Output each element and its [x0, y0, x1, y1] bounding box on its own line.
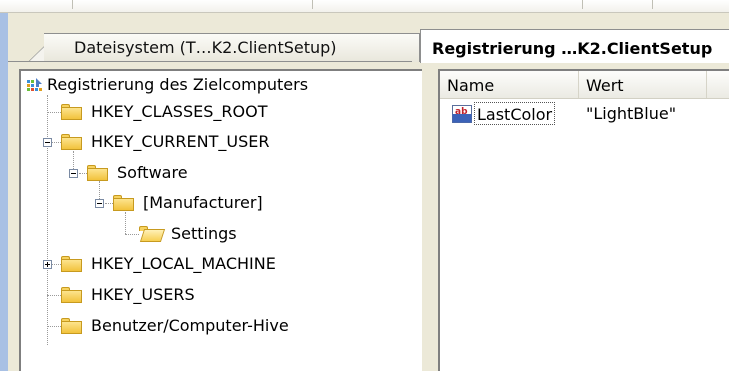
tree-node-hkey-users[interactable]: HKEY_USERS	[61, 281, 401, 309]
folder-open-icon	[139, 226, 166, 242]
value-name: LastColor	[477, 105, 553, 124]
svg-text:ab: ab	[455, 107, 468, 117]
tab-filesystem-label: Dateisystem (T…K2.ClientSetup)	[74, 38, 337, 57]
string-value-icon: ab	[452, 105, 472, 123]
tree-node-label: HKEY_USERS	[91, 285, 195, 304]
tree-line	[125, 234, 139, 235]
tree-line	[47, 95, 48, 345]
tree-root[interactable]: Registrierung des Zielcomputers	[21, 71, 411, 99]
tree-node-hkey-classes-root[interactable]: HKEY_CLASSES_ROOT	[61, 98, 401, 126]
tree-node-label: HKEY_CLASSES_ROOT	[91, 102, 268, 121]
tree-node-label: HKEY_CURRENT_USER	[91, 132, 270, 151]
registry-computer-icon	[27, 78, 42, 91]
tab-container: Dateisystem (T…K2.ClientSetup) Registrie…	[8, 13, 729, 371]
registry-values-panel[interactable]: Name Wert ab LastColor "LightBlue"	[438, 69, 729, 371]
column-header-name[interactable]: Name	[440, 71, 579, 98]
tree-line	[52, 142, 61, 143]
toolbar-separator	[652, 0, 653, 9]
value-data-cell: "LightBlue"	[586, 100, 676, 127]
list-header: Name Wert	[440, 71, 729, 99]
folder-icon	[113, 195, 135, 211]
registry-tree-panel[interactable]: Registrierung des Zielcomputers HKEY_CLA…	[19, 69, 422, 371]
tree-node-hkey-local-machine[interactable]: HKEY_LOCAL_MACHINE	[61, 250, 401, 278]
tree-node-label: Settings	[171, 224, 237, 243]
folder-icon	[61, 134, 83, 150]
tab-filesystem[interactable]: Dateisystem (T…K2.ClientSetup)	[44, 33, 420, 62]
tree-node-label: Software	[117, 163, 188, 182]
top-toolbar-strip	[0, 0, 729, 13]
registry-tree[interactable]: Registrierung des Zielcomputers HKEY_CLA…	[21, 71, 422, 371]
toolbar-separator	[72, 0, 73, 9]
tree-node-label: [Manufacturer]	[143, 193, 263, 212]
collapse-toggle[interactable]	[69, 169, 78, 178]
column-header-value[interactable]: Wert	[579, 71, 707, 98]
tree-node-software[interactable]: Software	[87, 159, 387, 187]
folder-icon	[61, 287, 83, 303]
tree-node-settings[interactable]: Settings	[139, 220, 389, 248]
list-item[interactable]: ab LastColor "LightBlue"	[440, 100, 729, 127]
collapse-toggle[interactable]	[43, 138, 52, 147]
toolbar-separator	[312, 0, 313, 9]
tree-line	[47, 295, 61, 296]
folder-icon	[61, 256, 83, 272]
tree-line	[47, 326, 61, 327]
tab-baseline	[8, 61, 412, 62]
folder-icon	[61, 318, 83, 334]
tree-line	[52, 264, 61, 265]
value-name-cell[interactable]: LastColor	[474, 102, 556, 125]
tab-registry-label: Registrierung …K2.ClientSetup	[432, 39, 713, 58]
folder-icon	[61, 104, 83, 120]
tree-line	[79, 173, 87, 174]
tree-node-label: HKEY_LOCAL_MACHINE	[91, 254, 276, 273]
column-header-label: Name	[447, 76, 495, 95]
tree-line	[105, 203, 113, 204]
tree-line	[47, 112, 61, 113]
collapse-toggle[interactable]	[95, 199, 104, 208]
tree-node-hkey-current-user[interactable]: HKEY_CURRENT_USER	[61, 128, 401, 156]
tree-root-label: Registrierung des Zielcomputers	[47, 75, 309, 94]
folder-icon	[87, 165, 109, 181]
tab-registry[interactable]: Registrierung …K2.ClientSetup	[420, 29, 729, 63]
tree-node-user-computer-hive[interactable]: Benutzer/Computer-Hive	[61, 312, 401, 340]
toolbar-separator	[582, 0, 583, 9]
tree-node-label: Benutzer/Computer-Hive	[91, 316, 289, 335]
tree-node-manufacturer[interactable]: [Manufacturer]	[113, 189, 393, 217]
column-header-label: Wert	[586, 76, 624, 95]
expand-toggle[interactable]	[43, 260, 52, 269]
value-data: "LightBlue"	[586, 104, 677, 123]
